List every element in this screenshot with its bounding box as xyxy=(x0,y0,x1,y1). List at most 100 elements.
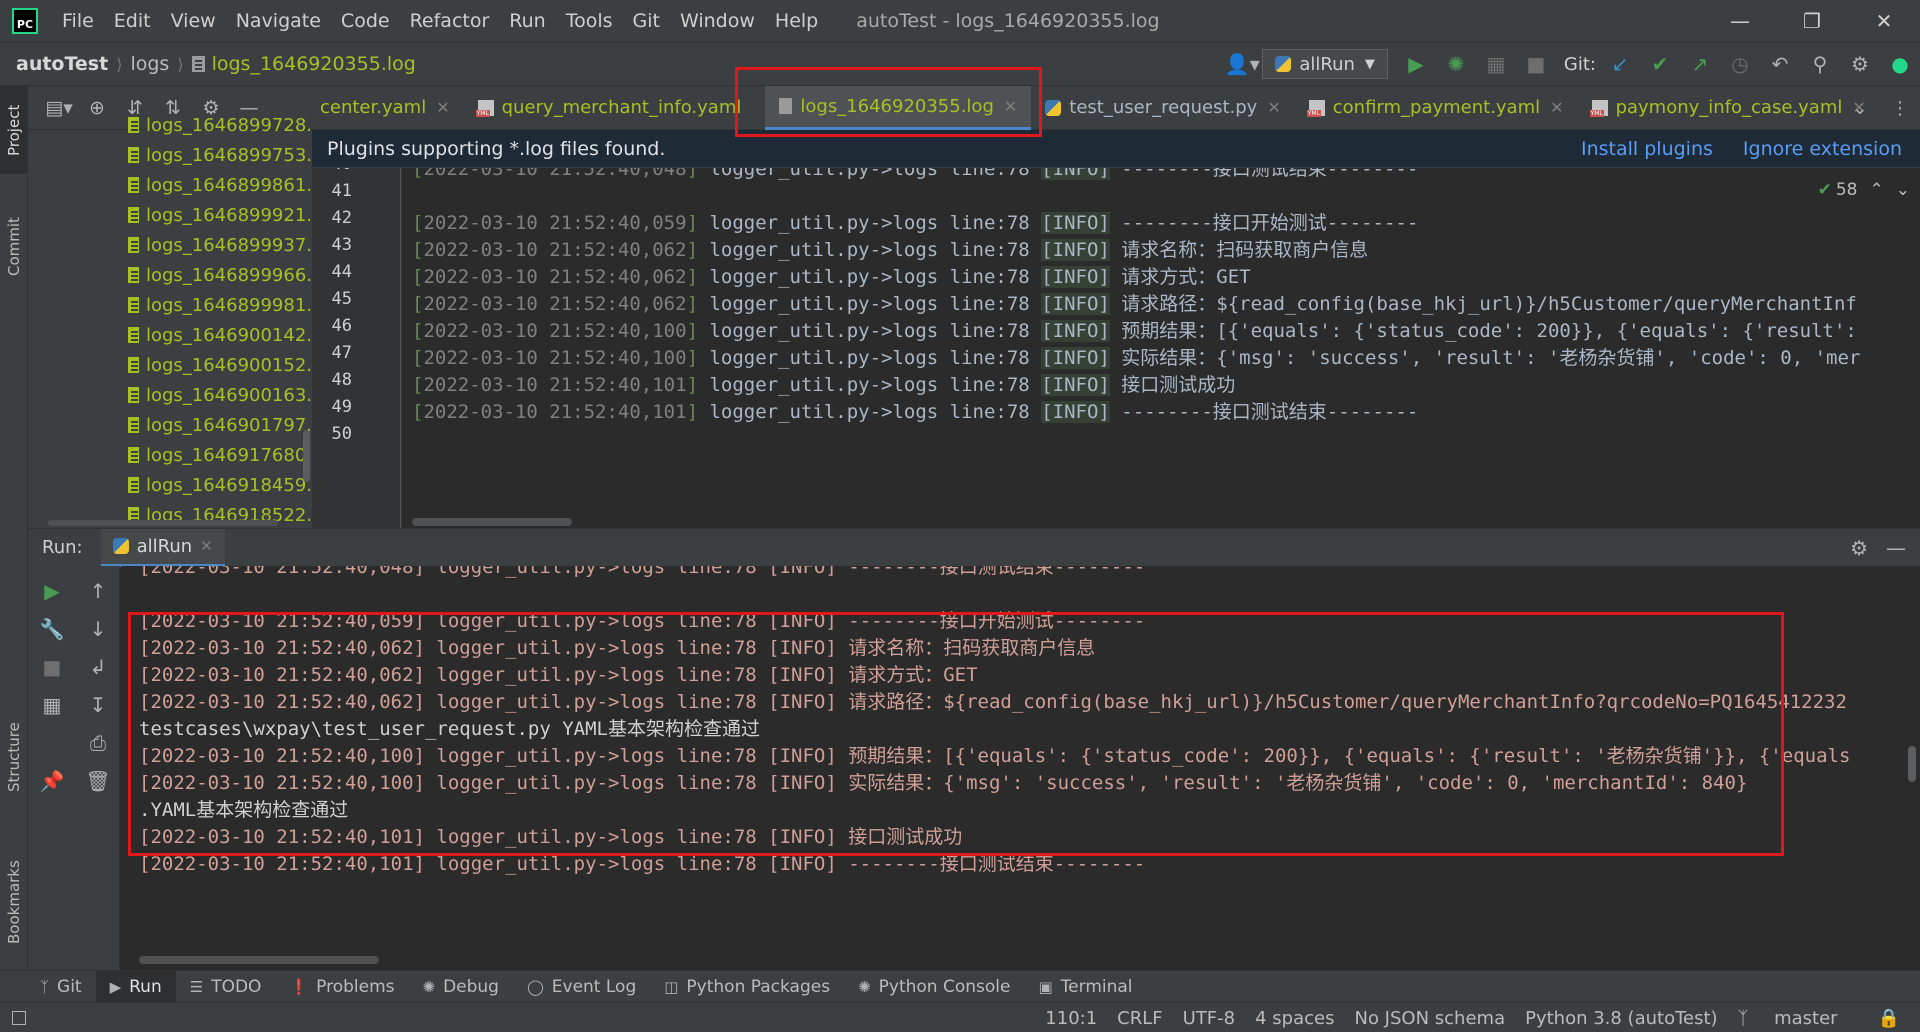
locate-icon[interactable]: ⊕ xyxy=(78,97,116,119)
menu-tools[interactable]: Tools xyxy=(556,10,623,32)
wrench-icon[interactable]: 🔧 xyxy=(30,610,74,648)
project-file-item[interactable]: logs_1646899921. xyxy=(28,200,312,230)
toolwindow-event-log[interactable]: ◯ Event Log xyxy=(513,971,650,1003)
console-vscrollbar[interactable] xyxy=(1908,746,1916,782)
commit-tool-tab[interactable]: Commit xyxy=(0,204,28,290)
toolwindow-run[interactable]: ▶ Run xyxy=(95,970,176,1003)
tab-query-merchant-info-yaml[interactable]: query_merchant_info.yaml xyxy=(464,86,756,130)
run-tab-allrun[interactable]: allRun ✕ xyxy=(100,528,225,567)
menu-file[interactable]: File xyxy=(52,10,104,32)
ignore-extension-link[interactable]: Ignore extension xyxy=(1743,138,1902,160)
project-file-item[interactable]: logs_1646899981. xyxy=(28,290,312,320)
install-plugins-link[interactable]: Install plugins xyxy=(1581,138,1713,160)
close-icon[interactable]: ✕ xyxy=(200,537,213,555)
trash-icon[interactable]: 🗑 xyxy=(76,762,120,800)
close-icon[interactable]: ✕ xyxy=(436,98,449,117)
scroll-to-end-icon[interactable]: ↧ xyxy=(76,686,120,724)
menu-window[interactable]: Window xyxy=(670,10,765,32)
coverage-icon[interactable]: ▦ xyxy=(1476,43,1516,85)
file-encoding[interactable]: UTF-8 xyxy=(1183,1008,1235,1029)
project-file-item[interactable]: logs_1646899966. xyxy=(28,260,312,290)
editor[interactable]: 40 41 42 43 44 45 46 47 48 49 50 [2022-03-10 21:52… xyxy=(312,168,1920,528)
project-file-item[interactable]: logs_1646899753. xyxy=(28,140,312,170)
layout-icon[interactable]: ▦ xyxy=(30,686,74,724)
breadcrumb-folder[interactable]: logs xyxy=(130,53,169,75)
close-icon[interactable]: ✕ xyxy=(1550,98,1563,117)
close-icon[interactable]: ✕ xyxy=(1267,98,1280,117)
chevron-down-icon[interactable]: ⌄ xyxy=(1840,98,1880,119)
menu-git[interactable]: Git xyxy=(623,10,670,32)
hide-icon[interactable]: — xyxy=(1886,536,1906,560)
menu-run[interactable]: Run xyxy=(499,10,555,32)
git-push-icon[interactable]: ↗ xyxy=(1680,43,1720,85)
toolwindow-python-packages[interactable]: ◫ Python Packages xyxy=(650,971,844,1003)
rollback-icon[interactable]: ↶ xyxy=(1760,43,1800,85)
menu-code[interactable]: Code xyxy=(331,10,400,32)
search-icon[interactable]: ⚲ xyxy=(1800,43,1840,85)
git-update-icon[interactable]: ↙ xyxy=(1600,43,1640,85)
pin-icon[interactable]: 📌 xyxy=(30,762,74,800)
view-mode-icon[interactable]: ▤▾ xyxy=(40,97,78,119)
user-icon[interactable]: 👤▾ xyxy=(1222,43,1262,85)
menu-navigate[interactable]: Navigate xyxy=(226,10,331,32)
project-tool-tab[interactable]: Project xyxy=(0,86,28,174)
tab-test-user-request-py[interactable]: test_user_request.py ✕ xyxy=(1031,86,1294,130)
project-file-item[interactable]: logs_1646900142. xyxy=(28,320,312,350)
project-file-item[interactable]: logs_1646917680. xyxy=(28,440,312,470)
menu-view[interactable]: View xyxy=(161,10,226,32)
json-schema[interactable]: No JSON schema xyxy=(1354,1008,1505,1029)
run-icon[interactable]: ▶ xyxy=(1396,43,1436,85)
project-file-item[interactable]: logs_1646899937. xyxy=(28,230,312,260)
bookmarks-tool-tab[interactable]: Bookmarks xyxy=(0,846,28,958)
toolwindow-git[interactable]: ᛉ Git xyxy=(0,971,96,1003)
toolwindow-debug[interactable]: ✺ Debug xyxy=(408,971,512,1003)
project-file-item[interactable]: logs_1646899861. xyxy=(28,170,312,200)
restore-icon[interactable]: ❐ xyxy=(1776,0,1848,42)
menu-refactor[interactable]: Refactor xyxy=(400,10,500,32)
stop-icon[interactable]: ■ xyxy=(30,648,74,686)
project-file-item[interactable]: logs_1646900163. xyxy=(28,380,312,410)
settings-icon[interactable]: ⚙ xyxy=(1840,43,1880,85)
jetbrains-icon[interactable]: ● xyxy=(1880,43,1920,85)
run-config-select[interactable]: allRun ▼ xyxy=(1262,49,1388,79)
menu-help[interactable]: Help xyxy=(765,10,828,32)
toolwindow-todo[interactable]: ☰ TODO xyxy=(176,971,276,1003)
toolwindow-python-console[interactable]: ✺ Python Console xyxy=(844,971,1024,1003)
console-hscrollbar[interactable] xyxy=(139,956,379,964)
print-icon[interactable]: ⎙ xyxy=(76,724,120,762)
debug-icon[interactable]: ✺ xyxy=(1436,43,1476,85)
rerun-icon[interactable]: ▶ xyxy=(30,572,74,610)
minimize-icon[interactable]: — xyxy=(1704,0,1776,42)
lock-icon[interactable]: 🔒 xyxy=(1878,1008,1900,1029)
project-file-item[interactable]: logs_1646900152. xyxy=(28,350,312,380)
indent-setting[interactable]: 4 spaces xyxy=(1255,1008,1334,1029)
history-icon[interactable]: ◷ xyxy=(1720,43,1760,85)
editor-hscrollbar[interactable] xyxy=(412,518,572,526)
git-commit-icon[interactable]: ✔ xyxy=(1640,43,1680,85)
chevron-down-icon[interactable]: ⌄ xyxy=(1896,180,1910,200)
soft-wrap-icon[interactable]: ↲ xyxy=(76,648,120,686)
tab-paymony-info-case-yaml[interactable]: paymony_info_case.yaml✕ xyxy=(1578,86,1880,130)
toggle-tool-windows-icon[interactable] xyxy=(12,1010,26,1025)
breadcrumb-file[interactable]: logs_1646920355.log xyxy=(212,53,416,75)
stop-icon[interactable]: ■ xyxy=(1516,43,1556,85)
inspection-widget[interactable]: ✔ 58 ⌃ ⌄ xyxy=(1818,180,1910,200)
breadcrumb-project[interactable]: autoTest xyxy=(16,53,108,75)
project-file-item[interactable]: logs_1646901797. xyxy=(28,410,312,440)
tab-confirm-payment-yaml[interactable]: confirm_payment.yaml ✕ xyxy=(1295,86,1578,130)
scroll-down-icon[interactable]: ↓ xyxy=(76,610,120,648)
toolwindow-problems[interactable]: ❗ Problems xyxy=(275,971,408,1003)
project-file-item[interactable]: logs_1646918459. xyxy=(28,470,312,500)
chevron-up-icon[interactable]: ⌃ xyxy=(1870,180,1884,200)
toolwindow-terminal[interactable]: ▣ Terminal xyxy=(1024,971,1146,1003)
structure-tool-tab[interactable]: Structure xyxy=(0,708,28,806)
project-scrollbar[interactable] xyxy=(302,130,312,528)
git-branch[interactable]: ᛉ master xyxy=(1738,1008,1858,1029)
menu-edit[interactable]: Edit xyxy=(104,10,161,32)
more-icon[interactable]: ⋮ xyxy=(1880,98,1920,119)
close-icon[interactable]: ✕ xyxy=(1848,0,1920,42)
scroll-up-icon[interactable]: ↑ xyxy=(76,572,120,610)
gear-icon[interactable]: ⚙ xyxy=(1850,536,1868,560)
caret-position[interactable]: 110:1 xyxy=(1045,1008,1097,1029)
tab-center-yaml[interactable]: center.yaml ✕ xyxy=(312,86,464,130)
